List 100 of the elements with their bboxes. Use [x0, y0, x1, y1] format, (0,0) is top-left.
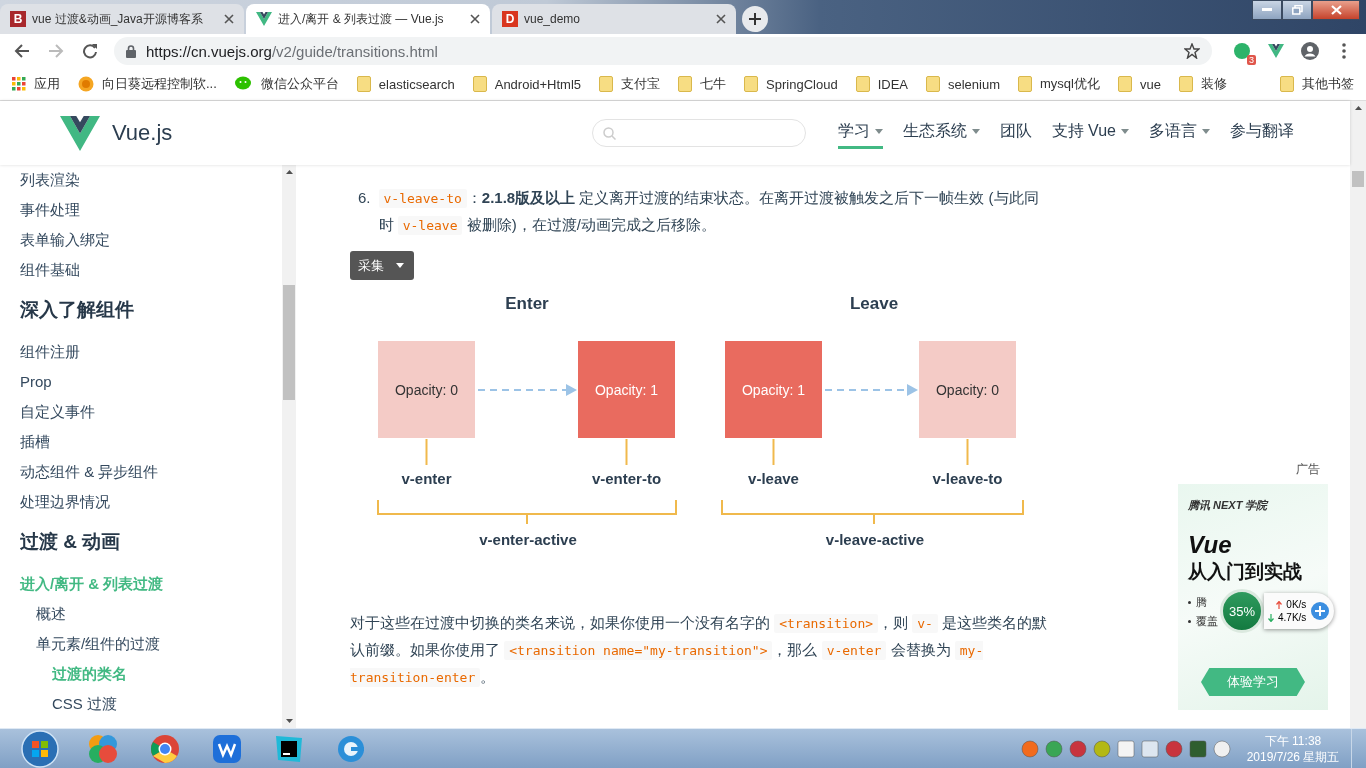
nav-link[interactable]: 支持 Vue [1051, 117, 1129, 149]
close-window-button[interactable] [1312, 0, 1360, 20]
nav-link[interactable]: 生态系统 [902, 117, 980, 149]
sidebar-link[interactable]: 组件基础 [20, 261, 80, 278]
browser-tab[interactable]: B vue 过渡&动画_Java开源博客系 [0, 4, 244, 34]
folder-icon [744, 76, 759, 92]
bookmark[interactable]: Android+Html5 [472, 76, 582, 92]
connector-line [425, 438, 428, 466]
class-label: v-enter-to [591, 470, 662, 487]
round-app-icon[interactable] [1069, 740, 1087, 758]
scroll-up-icon[interactable] [285, 170, 293, 174]
bookmark[interactable]: SpringCloud [744, 76, 838, 92]
bookmark[interactable]: 装修 [1178, 75, 1227, 93]
speed-panel[interactable]: 0K/s 4.7K/s [1264, 593, 1335, 629]
sidebar-heading: 深入了解组件 [20, 298, 135, 322]
sidebar-link[interactable]: 事件处理 [20, 201, 80, 218]
folder-icon [1178, 76, 1193, 92]
favicon-icon: B [10, 11, 26, 27]
scrollbar-thumb[interactable] [1352, 171, 1364, 187]
scrollbar-thumb[interactable] [283, 285, 295, 400]
sidebar-link[interactable]: 概述 [36, 605, 66, 622]
capture-button[interactable]: 采集 [350, 251, 414, 280]
caret-icon [1202, 129, 1210, 134]
diagram-title: Enter [505, 294, 549, 313]
vue-logo-icon[interactable] [60, 115, 100, 151]
star-icon[interactable] [1184, 43, 1200, 59]
new-tab-button[interactable] [742, 6, 768, 32]
ad-title: Vue [1188, 531, 1233, 559]
bookmark[interactable]: IDEA [855, 76, 908, 92]
sidebar-link[interactable]: Prop [20, 373, 52, 390]
sidebar-link[interactable]: 处理边界情况 [20, 493, 110, 510]
bookmark[interactable]: 支付宝 [599, 75, 661, 93]
bookmark[interactable]: 七牛 [678, 75, 727, 93]
chat-bubble-icon [234, 76, 253, 92]
apps-grid-icon [12, 77, 26, 91]
nav-link[interactable]: 多语言 [1149, 117, 1210, 149]
extension-button[interactable]: 3 [1228, 37, 1256, 65]
folder-icon [855, 76, 870, 92]
bookmark[interactable]: 微信公众平台 [234, 75, 339, 93]
class-label: v-leave [748, 470, 799, 487]
nav-link[interactable]: 参与翻译 [1230, 117, 1294, 149]
sidebar-link[interactable]: 单元素/组件的过渡 [36, 635, 161, 652]
sidebar-link[interactable]: CSS 过渡 [52, 695, 117, 712]
page-scrollbar[interactable] [1350, 101, 1366, 728]
folder-icon [356, 76, 371, 92]
folder-icon [1018, 76, 1032, 92]
upload-rate: 0K/s [1286, 599, 1307, 610]
sidebar-link[interactable]: 组件注册 [20, 343, 80, 360]
restore-button[interactable] [1282, 0, 1312, 20]
diagram-title: Leave [849, 294, 899, 313]
caret-icon [971, 129, 980, 134]
sidebar-link[interactable]: 插槽 [20, 433, 50, 450]
nav-link[interactable]: 团队 [999, 117, 1032, 149]
close-icon[interactable] [222, 12, 236, 26]
sidebar-link[interactable]: 表单输入绑定 [20, 231, 110, 248]
round-app-icon[interactable] [1165, 740, 1183, 758]
bookmark[interactable]: elasticsearch [356, 76, 455, 92]
minimize-button[interactable] [1252, 0, 1282, 20]
bookmark[interactable]: 其他书签 [1280, 75, 1354, 93]
box-label: Opacity: 0 [395, 382, 458, 398]
connector-line [966, 438, 969, 466]
address-bar[interactable]: https://cn.vuejs.org/v2/guide/transitions.html [114, 37, 1212, 65]
bookmark[interactable]: 应用 [12, 75, 60, 93]
sidebar-scrollbar[interactable] [282, 165, 296, 728]
close-icon[interactable] [714, 12, 728, 26]
bookmark[interactable]: selenium [925, 76, 1000, 92]
folder-icon [599, 76, 614, 92]
sidebar-link[interactable]: 自定义事件 [20, 403, 95, 420]
minimize-icon [1262, 8, 1272, 12]
bookmark[interactable]: mysql优化 [1018, 75, 1100, 93]
square-app-icon[interactable] [1189, 740, 1207, 758]
extension-badge: 3 [1247, 55, 1256, 65]
folder-icon [472, 76, 487, 92]
chrome-icon [150, 734, 180, 764]
folder-icon [925, 76, 940, 92]
browser-tab[interactable]: D vue_demo [492, 4, 736, 34]
avatar-icon [1301, 42, 1319, 60]
sidebar-link[interactable]: 列表渲染 [20, 171, 80, 188]
reload-icon [82, 43, 98, 59]
folder-icon [678, 76, 693, 92]
caret-icon [1121, 129, 1129, 134]
scroll-down-icon[interactable] [285, 719, 293, 723]
close-icon[interactable] [468, 12, 482, 26]
site-logo-text[interactable]: Vue.js [112, 120, 173, 146]
nav-link[interactable]: 学习 [837, 117, 883, 149]
browser-tab[interactable]: 进入/离开 & 列表过渡 — Vue.js [246, 4, 490, 34]
caret-icon [396, 263, 404, 268]
scroll-up-icon[interactable] [1354, 106, 1362, 110]
connector-line [625, 438, 628, 466]
sidebar-link[interactable]: 动态组件 & 异步组件 [20, 463, 159, 480]
back-arrow-icon [14, 43, 30, 59]
box-label: Opacity: 1 [595, 382, 658, 398]
box-label: Opacity: 0 [936, 382, 999, 398]
vue-logo-icon [1268, 44, 1284, 58]
bookmark[interactable]: 向日葵远程控制软... [78, 75, 217, 93]
forward-arrow-icon [48, 43, 64, 59]
folder-icon [1280, 76, 1294, 92]
class-label: v-enter-active [479, 531, 577, 548]
start-orb-icon[interactable] [20, 730, 60, 768]
bookmark[interactable]: vue [1117, 76, 1161, 92]
